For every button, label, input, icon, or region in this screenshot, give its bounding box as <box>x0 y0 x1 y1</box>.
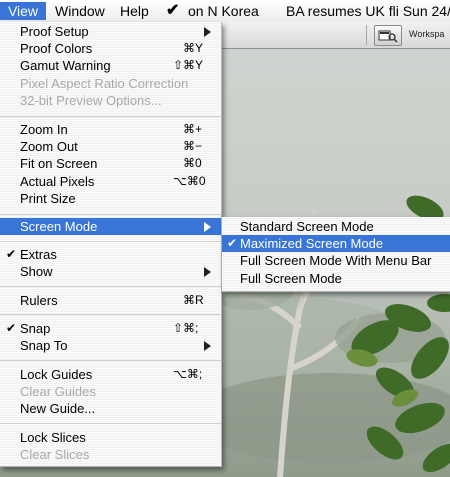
menu-item-label: Rulers <box>20 293 58 308</box>
menu-item-label: Lock Guides <box>20 367 93 382</box>
menu-separator <box>0 360 221 361</box>
menu-item-shortcut: ⌘0 <box>183 156 202 170</box>
menu-separator <box>0 214 221 215</box>
menu-separator <box>0 423 221 424</box>
menu-item-label: Zoom In <box>20 122 68 137</box>
menu-item-shortcut: ⌥⌘0 <box>173 174 206 188</box>
menu-item-shortcut: ⌘R <box>183 293 204 307</box>
submenu-item-label: Full Screen Mode <box>240 271 342 286</box>
menu-item-show[interactable]: Show <box>0 263 221 280</box>
menu-item-shortcut: ⌘− <box>183 139 203 153</box>
menu-item-32bit-preview-options: 32-bit Preview Options... <box>0 92 221 109</box>
menu-item-label: Proof Colors <box>20 41 93 56</box>
menu-view[interactable]: View <box>0 2 46 20</box>
workspace-icon <box>378 30 398 43</box>
menu-item-gamut-warning[interactable]: Gamut Warning ⇧⌘Y <box>0 57 221 74</box>
submenu-item-standard-screen-mode[interactable]: Standard Screen Mode <box>222 218 450 235</box>
submenu-item-maximized-screen-mode[interactable]: ✔ Maximized Screen Mode <box>222 235 450 252</box>
menu-item-shortcut: ⇧⌘Y <box>173 58 204 72</box>
menu-item-label: Clear Guides <box>20 384 96 399</box>
menu-item-label: Proof Setup <box>20 24 89 39</box>
menu-item-print-size[interactable]: Print Size <box>0 190 221 207</box>
menu-separator <box>0 286 221 287</box>
menu-item-label: Print Size <box>20 191 76 206</box>
checkmark-icon: ✔ <box>166 2 180 19</box>
workspace-label: Workspa <box>409 29 445 39</box>
menu-item-zoom-out[interactable]: Zoom Out ⌘− <box>0 138 221 155</box>
submenu-arrow-icon <box>204 222 211 232</box>
menu-item-fit-on-screen[interactable]: Fit on Screen ⌘0 <box>0 155 221 172</box>
submenu-arrow-icon <box>204 267 211 277</box>
news-ticker-item[interactable]: on N Korea <box>188 2 259 20</box>
submenu-item-full-screen-mode[interactable]: Full Screen Mode <box>222 270 450 287</box>
menu-item-label: Screen Mode <box>20 219 98 234</box>
menu-item-proof-colors[interactable]: Proof Colors ⌘Y <box>0 40 221 57</box>
submenu-arrow-icon <box>204 27 211 37</box>
menu-item-shortcut: ⇧⌘; <box>173 321 199 335</box>
menu-item-pixel-aspect-ratio-correction: Pixel Aspect Ratio Correction <box>0 75 221 92</box>
menu-item-new-guide[interactable]: New Guide... <box>0 400 221 417</box>
menu-item-label: Actual Pixels <box>20 174 95 189</box>
menu-separator <box>0 241 221 242</box>
menu-item-label: Extras <box>20 247 57 262</box>
menu-item-label: Show <box>20 264 53 279</box>
menu-item-label: Gamut Warning <box>20 58 111 73</box>
menu-item-label: Pixel Aspect Ratio Correction <box>20 76 189 91</box>
menu-item-label: Zoom Out <box>20 139 78 154</box>
menu-item-zoom-in[interactable]: Zoom In ⌘+ <box>0 121 221 138</box>
menu-item-label: Lock Slices <box>20 430 86 445</box>
view-menu: Proof Setup Proof Colors ⌘Y Gamut Warnin… <box>0 22 222 467</box>
menu-separator <box>0 314 221 315</box>
menu-item-rulers[interactable]: Rulers ⌘R <box>0 292 221 309</box>
submenu-item-full-screen-mode-with-menu-bar[interactable]: Full Screen Mode With Menu Bar <box>222 252 450 269</box>
menu-item-label: Fit on Screen <box>20 156 98 171</box>
menu-item-lock-guides[interactable]: Lock Guides ⌥⌘; <box>0 366 221 383</box>
menu-item-shortcut: ⌥⌘; <box>173 367 203 381</box>
menu-item-label: Snap <box>20 321 51 336</box>
menu-separator <box>0 116 221 117</box>
menu-item-snap[interactable]: ✔ Snap ⇧⌘; <box>0 320 221 337</box>
submenu-item-label: Maximized Screen Mode <box>240 236 384 251</box>
checkmark-icon: ✔ <box>6 321 17 335</box>
menu-item-label: Clear Slices <box>20 447 90 462</box>
menu-item-label: Snap To <box>20 338 68 353</box>
checkmark-icon: ✔ <box>227 236 238 250</box>
submenu-item-label: Full Screen Mode With Menu Bar <box>240 253 432 268</box>
screen-mode-submenu: Standard Screen Mode ✔ Maximized Screen … <box>222 217 450 292</box>
menu-help[interactable]: Help <box>120 2 149 20</box>
submenu-arrow-icon <box>204 341 211 351</box>
toolbar-divider <box>366 25 367 45</box>
menu-item-clear-guides: Clear Guides <box>0 383 221 400</box>
menu-item-shortcut: ⌘+ <box>183 122 203 136</box>
menu-item-proof-setup[interactable]: Proof Setup <box>0 23 221 40</box>
menu-item-actual-pixels[interactable]: Actual Pixels ⌥⌘0 <box>0 173 221 190</box>
menu-item-label: 32-bit Preview Options... <box>20 93 162 108</box>
submenu-item-label: Standard Screen Mode <box>240 219 374 234</box>
workspace-button[interactable] <box>374 25 402 46</box>
checkmark-icon: ✔ <box>6 247 17 261</box>
system-menu-bar: View Window Help ✔ on N Korea BA resumes… <box>0 0 450 23</box>
menu-item-snap-to[interactable]: Snap To <box>0 337 221 354</box>
menu-item-shortcut: ⌘Y <box>183 41 204 55</box>
menu-item-extras[interactable]: ✔ Extras <box>0 246 221 263</box>
news-ticker-item[interactable]: BA resumes UK fli Sun 24/ <box>286 2 450 20</box>
menu-item-label: New Guide... <box>20 401 96 416</box>
menu-item-clear-slices: Clear Slices <box>0 446 221 463</box>
menu-item-screen-mode[interactable]: Screen Mode <box>0 218 221 235</box>
menu-window[interactable]: Window <box>55 2 105 20</box>
menu-item-lock-slices[interactable]: Lock Slices <box>0 429 221 446</box>
